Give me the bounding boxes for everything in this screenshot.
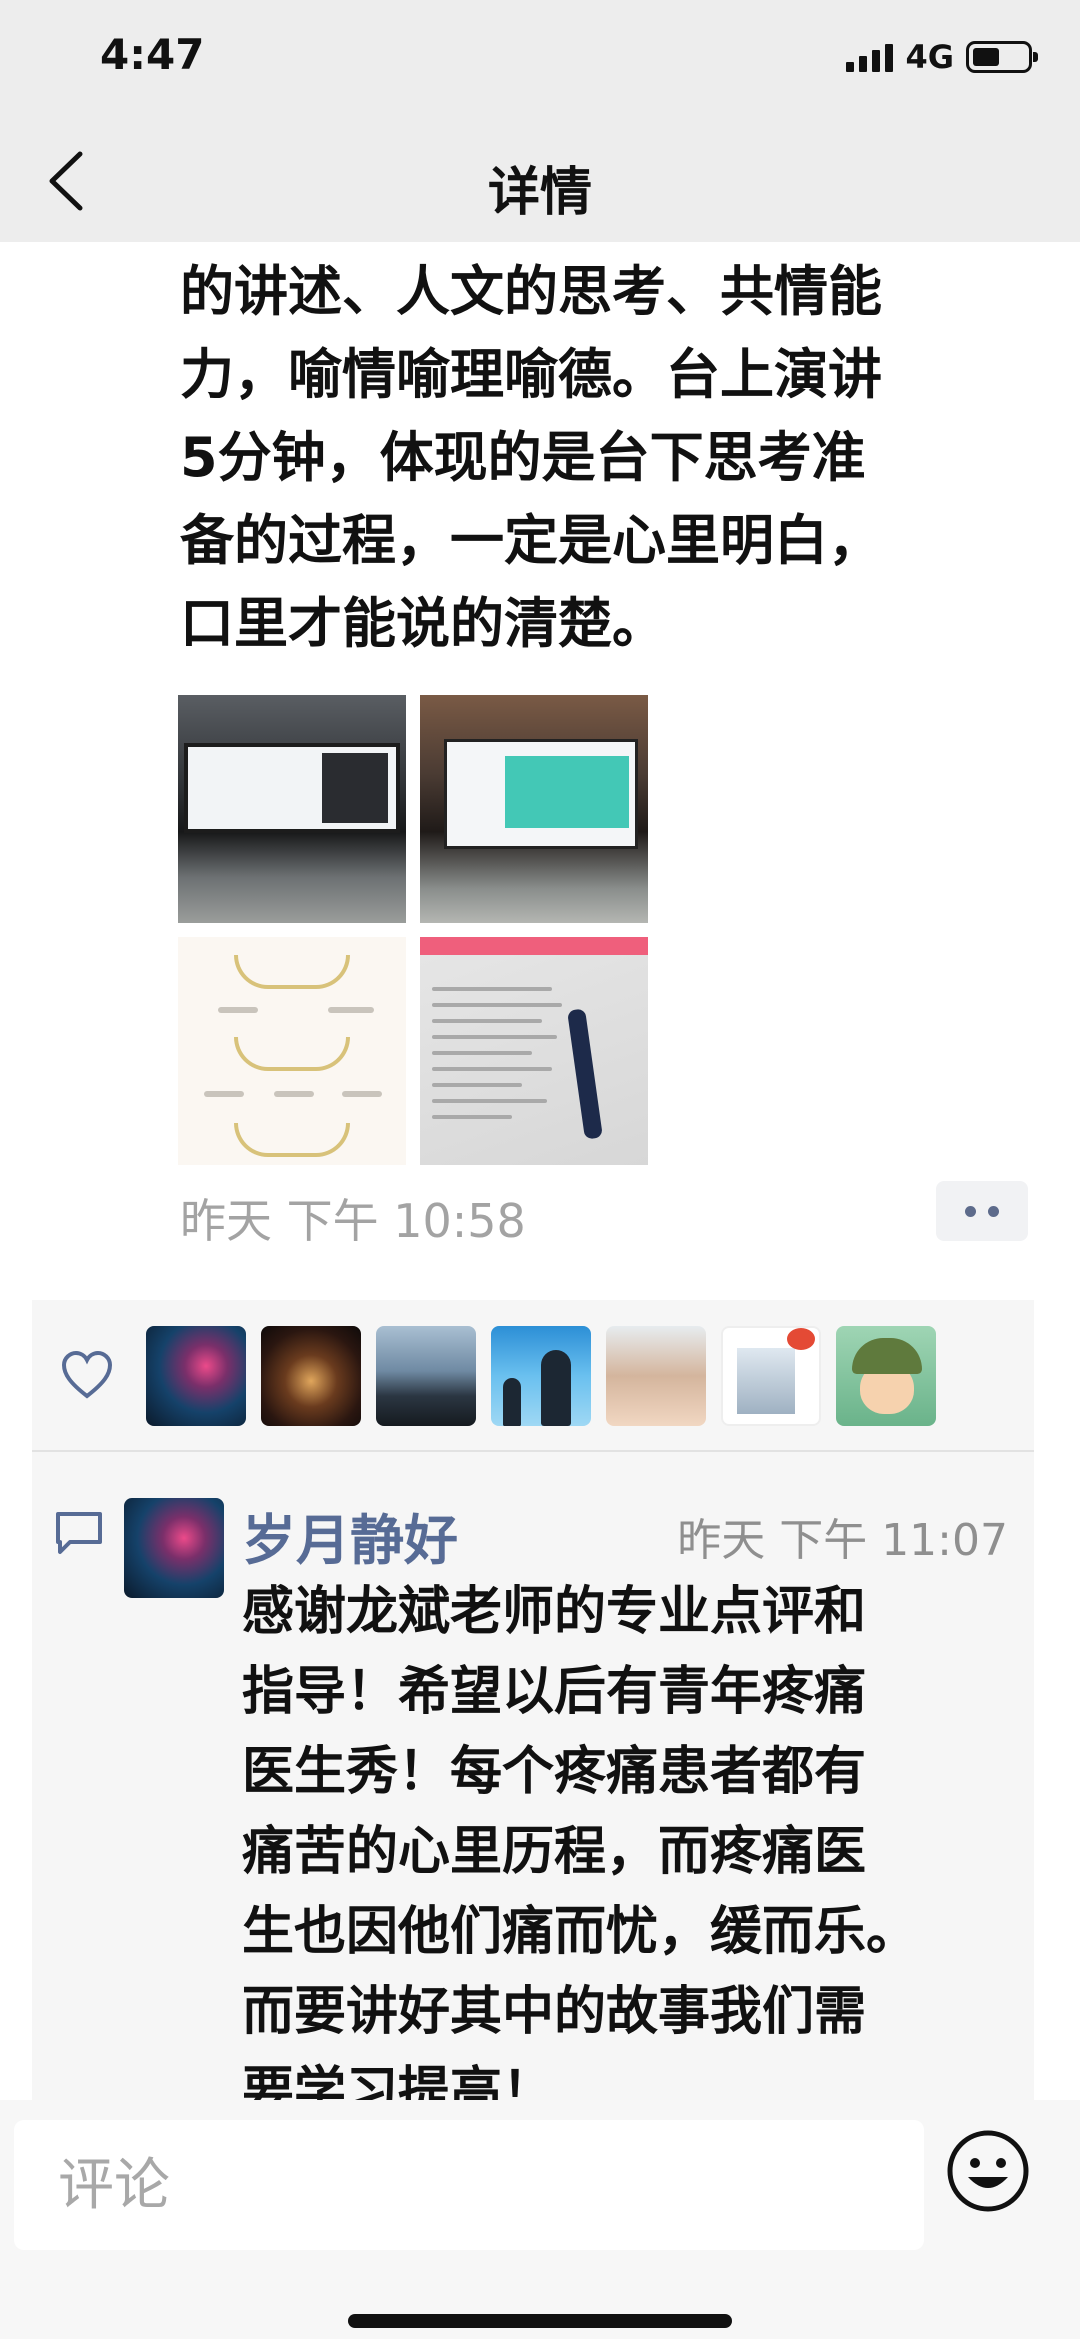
page-title: 详情 xyxy=(487,163,592,223)
commenter-name[interactable]: 岁月静好 xyxy=(242,1496,458,1575)
laurel-decoration xyxy=(234,955,350,989)
laurel-decoration xyxy=(234,1123,350,1157)
likes-comments-panel: 岁月静好 昨天 下午 11:07 感谢龙斌老师的专业点评和 指导！希望以后有青年… xyxy=(32,1300,1034,2122)
heart-outline-icon xyxy=(61,1350,113,1399)
presentation-screen-photo[interactable] xyxy=(420,695,648,923)
comment-input[interactable] xyxy=(14,2120,924,2250)
liker-avatar[interactable] xyxy=(146,1326,246,1426)
liker-avatar[interactable] xyxy=(606,1326,706,1426)
projector-screen xyxy=(444,739,638,849)
comment-bar xyxy=(0,2100,1080,2339)
signal-icon xyxy=(846,42,894,72)
liker-avatar[interactable] xyxy=(491,1326,591,1426)
battery-icon xyxy=(966,41,1038,73)
comment-text: 感谢龙斌老师的专业点评和 指导！希望以后有青年疼痛 医生秀！每个疼痛患者都有 痛… xyxy=(242,1582,919,2122)
pen xyxy=(567,1008,603,1140)
lecture-screen-photo[interactable] xyxy=(178,695,406,923)
emoji-smile-icon[interactable] xyxy=(944,2127,1032,2215)
status-bar: 4:47 4G xyxy=(0,0,1080,120)
home-indicator xyxy=(348,2314,732,2328)
post-text: 的讲述、人文的思考、共情能 力，喻情喻理喻德。台上演讲 5分钟，体现的是台下思考… xyxy=(180,260,882,655)
status-time: 4:47 xyxy=(100,30,205,79)
projector-screen xyxy=(184,743,400,833)
divider xyxy=(32,1450,1034,1452)
network-type: 4G xyxy=(905,38,954,76)
laurel-decoration xyxy=(234,1037,350,1071)
photo-grid xyxy=(178,695,648,1165)
award-certificate-photo[interactable] xyxy=(178,937,406,1165)
status-indicators: 4G xyxy=(846,38,1038,76)
more-dots-icon[interactable] xyxy=(936,1181,1028,1241)
liker-avatar[interactable] xyxy=(261,1326,361,1426)
nav-bar: 详情 xyxy=(0,120,1080,242)
commenter-avatar[interactable] xyxy=(124,1498,224,1598)
liker-avatar[interactable] xyxy=(721,1326,821,1426)
paper-with-pen-photo[interactable] xyxy=(420,937,648,1165)
liker-avatar[interactable] xyxy=(376,1326,476,1426)
comment-timestamp: 昨天 下午 11:07 xyxy=(677,1515,1008,1566)
liker-avatar[interactable] xyxy=(836,1326,936,1426)
post-timestamp: 昨天 下午 10:58 xyxy=(180,1194,526,1248)
comment-bubble-icon xyxy=(56,1512,102,1554)
battery-fill xyxy=(973,48,999,66)
